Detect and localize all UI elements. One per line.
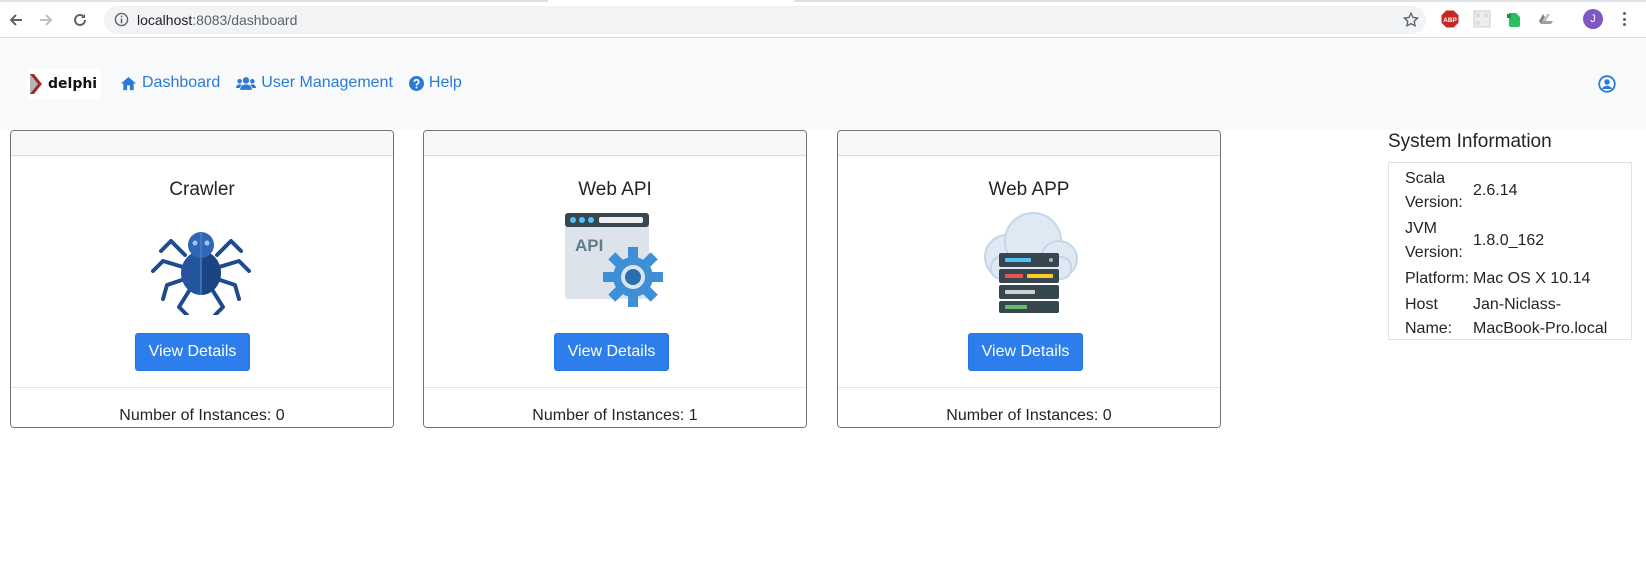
system-info-table: Scala Version: 2.6.14 JVM Version: 1.8.0… xyxy=(1388,162,1632,340)
url-text[interactable]: localhost:8083/dashboard xyxy=(137,12,297,28)
address-bar[interactable]: localhost:8083/dashboard xyxy=(104,6,1426,34)
nav-dashboard[interactable]: Dashboard xyxy=(120,74,220,92)
svg-text:API: API xyxy=(575,236,603,255)
instance-count: Number of Instances: 1 xyxy=(532,407,698,424)
nav-user-management[interactable]: User Management xyxy=(236,74,393,92)
arrow-left-icon xyxy=(9,14,22,26)
card-header xyxy=(424,131,806,156)
cloud-server-icon xyxy=(984,212,1078,313)
view-details-button[interactable]: View Details xyxy=(135,333,250,371)
delphi-logo-icon xyxy=(30,74,42,94)
question-circle-icon xyxy=(408,75,424,91)
users-icon xyxy=(236,76,257,90)
nav-help[interactable]: Help xyxy=(408,74,462,92)
card-title: Web APP xyxy=(988,179,1070,200)
crawler-card: Crawler View Details Number of Instances… xyxy=(10,130,394,428)
api-gear-icon: API xyxy=(565,213,663,307)
scala-version-value: 2.6.14 xyxy=(1473,182,1518,199)
reload-icon xyxy=(74,13,86,26)
drive-icon[interactable] xyxy=(1537,10,1555,28)
host-name-label: Host Name: xyxy=(1405,296,1453,337)
home-icon xyxy=(121,76,136,90)
brand-logo[interactable]: delphi xyxy=(26,69,102,99)
reload-button[interactable] xyxy=(68,8,92,32)
brand-text: delphi xyxy=(48,76,98,92)
view-details-button[interactable]: View Details xyxy=(968,333,1083,371)
card-footer: Number of Instances: 1 xyxy=(424,387,806,427)
nav-dashboard-label: Dashboard xyxy=(142,74,221,91)
app-navbar: delphi Dashboard User Management Help xyxy=(0,39,1646,130)
host-name-value: Jan-Niclass-MacBook-Pro.local xyxy=(1473,296,1608,337)
web-api-card: Web API API View Details Number of Insta… xyxy=(423,130,807,428)
card-footer: Number of Instances: 0 xyxy=(11,387,393,427)
url-host: localhost xyxy=(137,12,193,28)
card-footer: Number of Instances: 0 xyxy=(838,387,1220,427)
card-header xyxy=(838,131,1220,156)
user-circle-icon[interactable] xyxy=(1598,75,1616,93)
qr-icon[interactable] xyxy=(1473,10,1491,28)
platform-value: Mac OS X 10.14 xyxy=(1473,270,1591,287)
more-menu-icon[interactable] xyxy=(1620,10,1628,28)
system-info-title: System Information xyxy=(1388,131,1552,152)
web-app-card: Web APP View Details Number of Instances… xyxy=(837,130,1221,428)
nav-help-label: Help xyxy=(428,74,462,91)
nav-links: Dashboard User Management Help xyxy=(120,74,478,92)
adblock-label: ABP xyxy=(1443,17,1457,24)
browser-toolbar: localhost:8083/dashboard ABP J xyxy=(0,0,1646,38)
card-title: Crawler xyxy=(169,179,235,200)
info-icon[interactable] xyxy=(114,12,129,32)
bookmark-star-icon[interactable] xyxy=(1402,11,1420,34)
jvm-version-value: 1.8.0_162 xyxy=(1473,232,1545,249)
profile-avatar[interactable]: J xyxy=(1583,9,1603,29)
adblock-icon[interactable]: ABP xyxy=(1441,10,1459,28)
card-header xyxy=(11,131,393,156)
spider-icon xyxy=(151,232,251,315)
evernote-icon[interactable] xyxy=(1505,10,1523,28)
url-path: :8083/dashboard xyxy=(192,12,298,28)
back-button[interactable] xyxy=(4,8,28,32)
nav-user-management-label: User Management xyxy=(261,74,393,91)
instance-count: Number of Instances: 0 xyxy=(946,407,1112,424)
card-title: Web API xyxy=(578,179,652,200)
forward-button[interactable] xyxy=(34,8,58,32)
active-tab[interactable] xyxy=(548,0,794,2)
instance-count: Number of Instances: 0 xyxy=(119,407,285,424)
scala-version-label: Scala Version: xyxy=(1405,170,1463,211)
arrow-right-icon xyxy=(40,14,53,26)
jvm-version-label: JVM Version: xyxy=(1405,220,1463,261)
tab-strip xyxy=(0,0,1646,2)
view-details-button[interactable]: View Details xyxy=(554,333,669,371)
